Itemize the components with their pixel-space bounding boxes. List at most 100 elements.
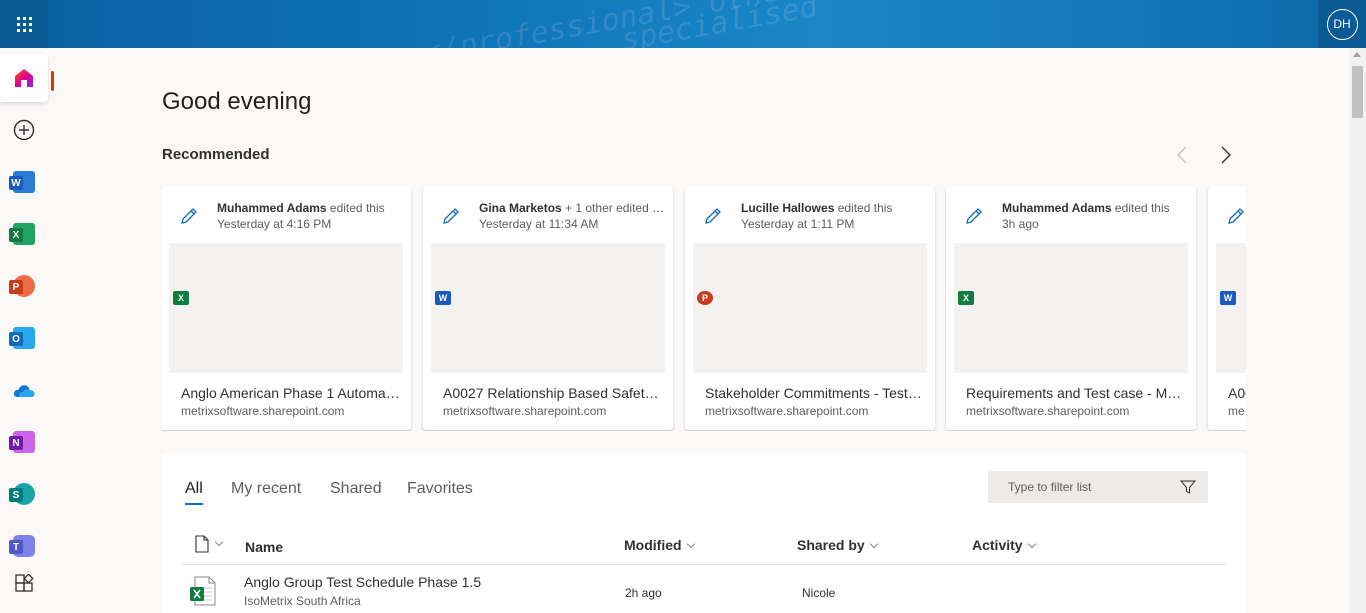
- rail-all-apps[interactable]: [0, 560, 48, 608]
- recommended-card[interactable]: Lucille Hallowes edited this Yesterday a…: [685, 187, 935, 430]
- card-file-location: metrixsoftware.sharepoint.com: [705, 404, 869, 418]
- column-header-shared-by-label: Shared by: [797, 537, 865, 553]
- recommended-card[interactable]: Muhammed Adams edited this Yesterday at …: [161, 187, 411, 430]
- card-action: edited this: [326, 201, 385, 215]
- home-icon: [15, 69, 33, 87]
- excel-file-icon: [190, 576, 216, 606]
- app-rail: W X P O N S T: [0, 48, 54, 613]
- edit-pencil-icon: [705, 208, 721, 224]
- file-name[interactable]: Anglo Group Test Schedule Phase 1.5: [244, 574, 481, 590]
- edit-pencil-icon: [443, 208, 459, 224]
- card-time: Yesterday at 4:16 PM: [217, 217, 332, 231]
- rail-home[interactable]: [0, 54, 54, 102]
- card-activity: Muhammed Adams edited this: [1002, 201, 1190, 215]
- word-icon: W: [9, 171, 35, 193]
- sharepoint-icon: S: [9, 483, 35, 505]
- onenote-icon: N: [9, 431, 35, 453]
- file-type-column-header[interactable]: [194, 535, 224, 553]
- column-header-activity[interactable]: Activity: [972, 537, 1036, 553]
- files-panel: All My recent Shared Favorites Name Modi…: [162, 454, 1246, 613]
- card-action: edited this: [834, 201, 893, 215]
- rail-powerpoint[interactable]: P: [0, 262, 48, 310]
- card-file-location: metrixsoftware.sharepoint.com: [443, 404, 607, 418]
- recommended-card[interactable]: Gina Marketos + 1 other edited this Yest…: [423, 187, 673, 430]
- excel-icon: X: [9, 223, 35, 245]
- column-header-shared-by[interactable]: Shared by: [797, 537, 878, 553]
- recommended-card[interactable]: W A00 me: [1208, 187, 1246, 430]
- card-file-name: A0027 Relationship Based Safety Requirem…: [443, 385, 663, 401]
- rail-create[interactable]: [0, 106, 48, 154]
- tab-shared[interactable]: Shared: [330, 480, 382, 498]
- chevron-down-icon: [869, 539, 878, 549]
- carousel-next-button[interactable]: [1214, 143, 1238, 167]
- card-action: + 1 other edited this: [561, 201, 667, 215]
- column-header-modified-label: Modified: [624, 537, 682, 553]
- tab-favorites[interactable]: Favorites: [407, 480, 473, 498]
- excel-icon: X: [173, 291, 189, 305]
- card-file-name: Anglo American Phase 1 Automation: [181, 385, 401, 401]
- rail-onedrive[interactable]: [0, 366, 48, 414]
- app-launcher-icon[interactable]: [0, 0, 48, 48]
- table-row[interactable]: Anglo Group Test Schedule Phase 1.5 IsoM…: [182, 566, 1226, 613]
- page-scrollbar[interactable]: [1349, 48, 1366, 613]
- card-time: Yesterday at 1:11 PM: [741, 217, 855, 231]
- card-activity: Gina Marketos + 1 other edited this: [479, 201, 667, 215]
- column-header-name[interactable]: Name: [245, 539, 283, 555]
- tab-my-recent[interactable]: My recent: [231, 480, 301, 498]
- teams-icon: T: [9, 535, 35, 557]
- filter-icon[interactable]: [1180, 479, 1196, 495]
- card-editor: Lucille Hallowes: [741, 201, 835, 215]
- card-file-name: A00: [1228, 385, 1246, 401]
- card-file-name: Requirements and Test case - Module: [966, 385, 1186, 401]
- rail-onenote[interactable]: N: [0, 418, 48, 466]
- all-apps-icon: [15, 574, 34, 592]
- rail-excel[interactable]: X: [0, 210, 48, 258]
- carousel-prev-button[interactable]: [1170, 143, 1194, 167]
- card-thumbnail: [169, 243, 403, 373]
- filter-input[interactable]: [988, 471, 1168, 503]
- chevron-down-icon: [214, 537, 224, 547]
- card-file-location: me: [1228, 404, 1245, 418]
- document-icon: [195, 535, 209, 553]
- column-header-modified[interactable]: Modified: [624, 537, 695, 553]
- card-thumbnail: [954, 243, 1188, 373]
- chevron-down-icon: [1027, 539, 1036, 549]
- card-editor: Gina Marketos: [479, 201, 562, 215]
- file-location: IsoMetrix South Africa: [244, 594, 361, 608]
- excel-icon: X: [958, 291, 974, 305]
- card-thumbnail: [1216, 243, 1246, 373]
- powerpoint-icon: P: [697, 291, 713, 305]
- card-file-location: metrixsoftware.sharepoint.com: [966, 404, 1130, 418]
- card-activity: Lucille Hallowes edited this: [741, 201, 929, 215]
- powerpoint-icon: P: [9, 275, 35, 297]
- card-time: 3h ago: [1002, 217, 1039, 231]
- edit-pencil-icon: [181, 208, 197, 224]
- avatar[interactable]: DH: [1326, 8, 1358, 40]
- header-divider: [182, 564, 1226, 565]
- card-editor: Muhammed Adams: [217, 201, 327, 215]
- rail-word[interactable]: W: [0, 158, 48, 206]
- file-modified: 2h ago: [625, 586, 662, 600]
- chevron-right-icon: [1221, 146, 1231, 164]
- file-shared-by: Nicole: [802, 586, 836, 600]
- edit-pencil-icon: [966, 208, 982, 224]
- word-icon: W: [1220, 291, 1236, 305]
- rail-outlook[interactable]: O: [0, 314, 48, 362]
- card-file-location: metrixsoftware.sharepoint.com: [181, 404, 345, 418]
- onedrive-icon: [13, 385, 35, 397]
- card-editor: Muhammed Adams: [1002, 201, 1112, 215]
- card-activity: Muhammed Adams edited this: [217, 201, 405, 215]
- account-area: DH: [1318, 0, 1366, 48]
- recommended-card[interactable]: Muhammed Adams edited this 3h ago X Requ…: [946, 187, 1196, 430]
- card-thumbnail: [693, 243, 927, 373]
- filter-box[interactable]: [988, 471, 1208, 503]
- column-header-activity-label: Activity: [972, 537, 1023, 553]
- card-thumbnail: [431, 243, 665, 373]
- scroll-thumb[interactable]: [1352, 66, 1363, 118]
- edit-pencil-icon: [1228, 208, 1244, 224]
- scroll-up-icon[interactable]: [1353, 52, 1361, 57]
- top-header: </professional> other-people specialised…: [0, 0, 1366, 48]
- tab-all[interactable]: All: [185, 480, 203, 505]
- rail-sharepoint[interactable]: S: [0, 470, 48, 518]
- outlook-icon: O: [9, 327, 35, 349]
